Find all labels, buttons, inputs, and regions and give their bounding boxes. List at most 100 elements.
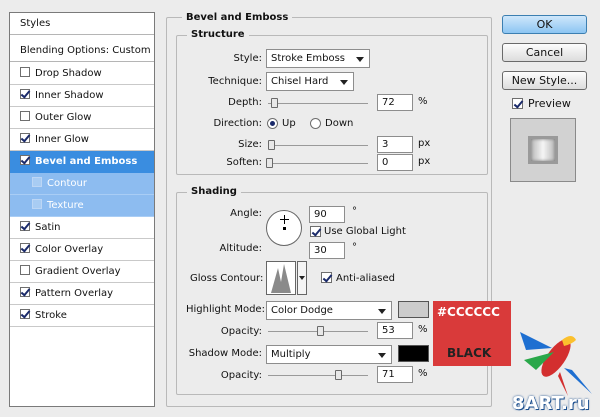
direction-label: Direction: bbox=[213, 118, 262, 129]
style-item-inner-glow[interactable]: Inner Glow bbox=[10, 129, 154, 151]
technique-select[interactable]: Chisel Hard bbox=[266, 72, 354, 91]
angle-dial-center bbox=[283, 227, 286, 230]
highlight-opacity-input[interactable]: 53 bbox=[377, 322, 413, 339]
chevron-down-icon bbox=[299, 276, 305, 280]
style-item-contour[interactable]: Contour bbox=[10, 173, 154, 195]
style-item-checkbox[interactable] bbox=[20, 287, 30, 297]
shadow-mode-label: Shadow Mode: bbox=[188, 348, 262, 359]
altitude-unit: ° bbox=[352, 242, 357, 253]
size-slider-thumb[interactable] bbox=[268, 140, 275, 150]
style-item-checkbox[interactable] bbox=[20, 111, 30, 121]
style-item-checkbox[interactable] bbox=[32, 199, 42, 209]
style-item-gradient-overlay[interactable]: Gradient Overlay bbox=[10, 261, 154, 283]
direction-up-label: Up bbox=[282, 118, 296, 129]
size-slider-track[interactable] bbox=[268, 145, 368, 146]
styles-list-panel: Styles Blending Options: Custom Drop Sha… bbox=[9, 12, 155, 407]
chevron-down-icon bbox=[378, 309, 386, 314]
style-item-stroke[interactable]: Stroke bbox=[10, 305, 154, 327]
style-item-label: Inner Shadow bbox=[35, 90, 104, 101]
highlight-opacity-label: Opacity: bbox=[220, 326, 262, 337]
style-item-satin[interactable]: Satin bbox=[10, 217, 154, 239]
style-item-color-overlay[interactable]: Color Overlay bbox=[10, 239, 154, 261]
soften-slider-track[interactable] bbox=[268, 163, 368, 164]
size-input[interactable]: 3 bbox=[377, 136, 413, 153]
angle-input[interactable]: 90 bbox=[309, 206, 345, 223]
style-item-checkbox[interactable] bbox=[32, 177, 42, 187]
depth-input[interactable]: 72 bbox=[377, 94, 413, 111]
chevron-down-icon bbox=[378, 353, 386, 358]
styles-header[interactable]: Styles bbox=[10, 13, 154, 35]
highlight-opacity-thumb[interactable] bbox=[317, 326, 324, 336]
direction-down-label: Down bbox=[325, 118, 354, 129]
blending-options-label: Blending Options: Custom bbox=[20, 45, 151, 56]
shadow-color-swatch[interactable] bbox=[398, 345, 429, 362]
style-item-checkbox[interactable] bbox=[20, 67, 30, 77]
structure-title: Structure bbox=[187, 29, 249, 40]
depth-slider-thumb[interactable] bbox=[271, 98, 278, 108]
blending-options-item[interactable]: Blending Options: Custom bbox=[10, 40, 154, 62]
angle-unit: ° bbox=[352, 206, 357, 217]
style-item-inner-shadow[interactable]: Inner Shadow bbox=[10, 85, 154, 107]
depth-unit: % bbox=[418, 96, 428, 107]
style-item-label: Bevel and Emboss bbox=[35, 156, 138, 167]
ok-button[interactable]: OK bbox=[502, 15, 587, 34]
style-item-drop-shadow[interactable]: Drop Shadow bbox=[10, 63, 154, 85]
contour-curve-icon bbox=[271, 264, 291, 293]
style-item-checkbox[interactable] bbox=[20, 265, 30, 275]
use-global-light-checkbox[interactable] bbox=[310, 226, 321, 237]
highlight-opacity-unit: % bbox=[418, 324, 428, 335]
style-item-outer-glow[interactable]: Outer Glow bbox=[10, 107, 154, 129]
soften-label: Soften: bbox=[226, 157, 262, 168]
size-unit: px bbox=[418, 138, 431, 149]
color-annotation-box: #CCCCCC BLACK bbox=[433, 301, 511, 366]
style-item-checkbox[interactable] bbox=[20, 243, 30, 253]
gloss-contour-label: Gloss Contour: bbox=[190, 273, 264, 284]
highlight-color-swatch[interactable] bbox=[398, 301, 429, 318]
style-select-value: Stroke Emboss bbox=[271, 53, 345, 64]
preview-checkbox[interactable] bbox=[512, 98, 523, 109]
style-select[interactable]: Stroke Emboss bbox=[266, 49, 370, 68]
cancel-button[interactable]: Cancel bbox=[502, 43, 587, 62]
style-item-checkbox[interactable] bbox=[20, 155, 30, 165]
shadow-opacity-track[interactable] bbox=[268, 375, 368, 376]
soften-input[interactable]: 0 bbox=[377, 154, 413, 171]
style-item-label: Gradient Overlay bbox=[35, 266, 121, 277]
highlight-mode-select[interactable]: Color Dodge bbox=[266, 301, 392, 320]
preview-label: Preview bbox=[528, 97, 571, 110]
style-label: Style: bbox=[233, 53, 263, 64]
highlight-mode-value: Color Dodge bbox=[271, 305, 333, 316]
use-global-light-label: Use Global Light bbox=[324, 226, 406, 237]
shadow-opacity-input[interactable]: 71 bbox=[377, 366, 413, 383]
style-item-bevel-and-emboss[interactable]: Bevel and Emboss bbox=[10, 151, 154, 173]
style-item-checkbox[interactable] bbox=[20, 309, 30, 319]
shadow-mode-select[interactable]: Multiply bbox=[266, 345, 392, 364]
style-item-checkbox[interactable] bbox=[20, 221, 30, 231]
shadow-opacity-thumb[interactable] bbox=[335, 370, 342, 380]
styles-header-label: Styles bbox=[20, 18, 51, 29]
gloss-contour-picker[interactable] bbox=[266, 261, 296, 295]
style-item-texture[interactable]: Texture bbox=[10, 195, 154, 217]
gloss-contour-dropdown[interactable] bbox=[297, 261, 307, 295]
style-item-pattern-overlay[interactable]: Pattern Overlay bbox=[10, 283, 154, 305]
soften-slider-thumb[interactable] bbox=[266, 158, 273, 168]
depth-slider-track[interactable] bbox=[268, 103, 368, 104]
anti-aliased-checkbox[interactable] bbox=[321, 272, 332, 283]
altitude-input[interactable]: 30 bbox=[309, 242, 345, 259]
technique-select-value: Chisel Hard bbox=[271, 76, 329, 87]
new-style-button[interactable]: New Style... bbox=[502, 71, 587, 90]
style-item-checkbox[interactable] bbox=[20, 89, 30, 99]
angle-label: Angle: bbox=[230, 208, 262, 219]
size-label: Size: bbox=[238, 139, 262, 150]
angle-dial[interactable] bbox=[266, 210, 302, 246]
style-item-checkbox[interactable] bbox=[20, 133, 30, 143]
style-item-label: Satin bbox=[35, 222, 61, 233]
direction-up-radio[interactable] bbox=[267, 118, 278, 129]
style-item-label: Stroke bbox=[35, 310, 67, 321]
highlight-mode-label: Highlight Mode: bbox=[186, 304, 265, 315]
style-item-label: Outer Glow bbox=[35, 112, 92, 123]
direction-down-radio[interactable] bbox=[310, 118, 321, 129]
altitude-label: Altitude: bbox=[219, 243, 262, 254]
soften-unit: px bbox=[418, 156, 431, 167]
style-item-label: Texture bbox=[47, 200, 84, 211]
style-item-label: Drop Shadow bbox=[35, 68, 102, 79]
